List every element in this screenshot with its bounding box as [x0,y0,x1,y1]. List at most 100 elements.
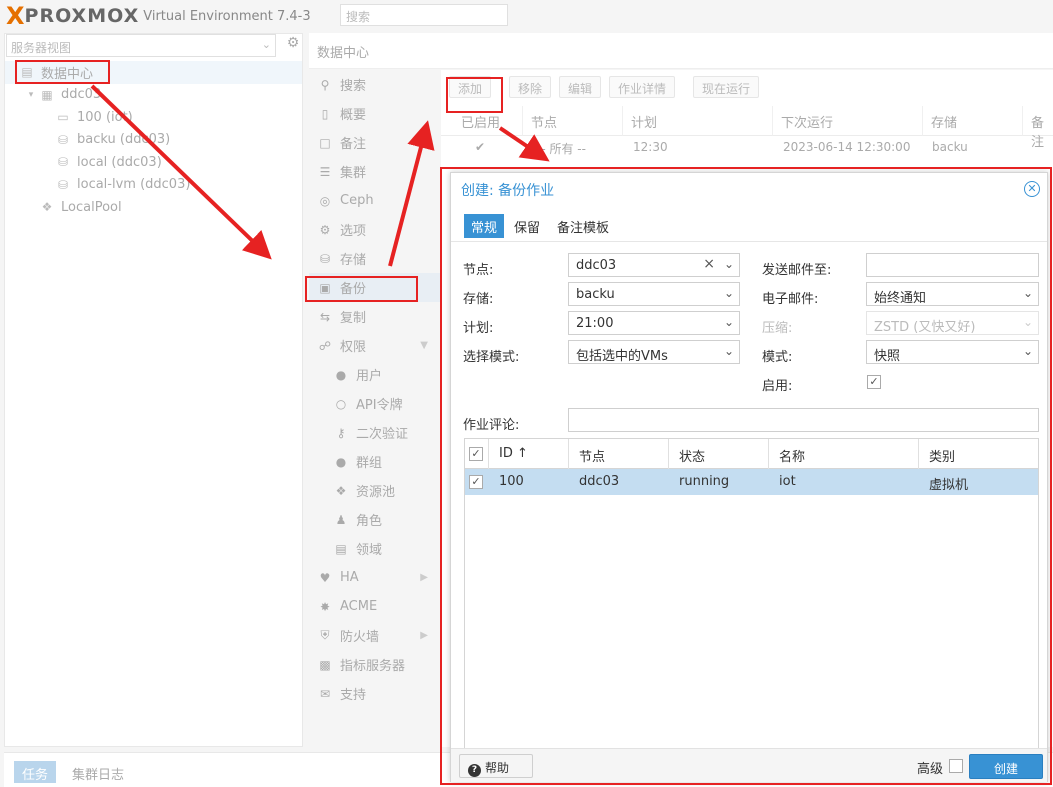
chevron-down-icon[interactable]: ⌄ [724,286,734,300]
column-header-schedule[interactable]: 计划 [623,106,773,136]
nav-item-pools[interactable]: ❖ 资源池 [309,476,440,505]
nav-item-replication[interactable]: ⇆ 复制 [309,302,440,331]
schedule-select[interactable]: 21:00 ⌄ [568,311,740,335]
chevron-down-icon[interactable]: ⌄ [724,257,734,271]
nav-item-summary[interactable]: ▯ 概要 [309,99,440,128]
nav-item-label: 资源池 [356,485,396,500]
email-notify-value: 始终通知 [874,291,927,306]
nav-item-label: 存储 [340,253,367,268]
row-checkbox[interactable]: ✓ [469,475,483,489]
nav-item-api-tokens[interactable]: ○ API令牌 [309,389,440,418]
floppy-icon: ▣ [319,280,331,295]
nav-item-label: HA [340,570,359,585]
column-header-node[interactable]: 节点 [523,106,623,136]
create-backup-job-dialog: 创建: 备份作业 ✕ 常规 保留 备注模板 节点: ddc03 × ⌄ 存储: … [450,172,1048,782]
tree-node-vm-100[interactable]: ▭ 100 (iot) [5,106,302,129]
view-selector[interactable]: 服务器视图 ⌄ [6,34,276,57]
backup-mode-select[interactable]: 快照 ⌄ [866,340,1039,364]
address-book-icon: ▤ [335,541,347,556]
nav-item-backup[interactable]: ▣ 备份 [309,273,440,302]
male-icon: ♟ [335,512,347,527]
nav-item-search[interactable]: ⚲ 搜索 [309,70,440,99]
nav-item-label: ACME [340,599,378,614]
nav-item-label: 防火墙 [340,630,380,645]
content-header: 数据中心 [309,33,1053,69]
note-icon: □ [319,135,331,150]
row-schedule: 12:30 [633,140,668,154]
row-storage: backu [932,140,968,154]
column-header-type[interactable]: 类别 [919,439,1038,469]
expander-icon: ▾ [28,89,34,100]
column-header-node[interactable]: 节点 [569,439,669,469]
tree-node-datacenter[interactable]: ▤ 数据中心 [5,61,302,84]
selection-mode-select[interactable]: 包括选中的VMs ⌄ [568,340,740,364]
chevron-down-icon[interactable]: ⌄ [1023,286,1033,300]
nav-item-storage[interactable]: ⛁ 存储 [309,244,440,273]
nav-item-label: 搜索 [340,79,367,94]
bar-chart-icon: ▩ [319,657,331,672]
job-detail-button[interactable]: 作业详情 [609,76,676,98]
nav-item-ceph[interactable]: ◎ Ceph [309,186,440,215]
storage-select[interactable]: backu ⌄ [568,282,740,306]
nav-item-firewall[interactable]: ⛨ 防火墙 ▶ [309,621,440,650]
select-all-checkbox[interactable]: ✓ [469,447,483,461]
nav-item-users[interactable]: ● 用户 [309,360,440,389]
tree-node-storage-backu[interactable]: ⛁ backu (ddc03) [5,129,302,152]
nav-item-acme[interactable]: ✸ ACME [309,592,440,621]
help-button[interactable]: ? 帮助 [459,754,533,778]
add-button[interactable]: 添加 [449,76,492,98]
run-now-button[interactable]: 现在运行 [693,76,760,98]
remove-button[interactable]: 移除 [509,76,552,98]
checkmark-icon: ✔ [475,140,486,154]
advanced-checkbox[interactable] [949,759,963,773]
nav-item-metric-server[interactable]: ▩ 指标服务器 [309,650,440,679]
nav-item-groups[interactable]: ● 群组 [309,447,440,476]
nav-item-support[interactable]: ✉ 支持 [309,679,440,708]
column-header-enabled[interactable]: 已启用 [441,106,523,136]
email-notify-select[interactable]: 始终通知 ⌄ [866,282,1039,306]
edit-button[interactable]: 编辑 [559,76,602,98]
nav-item-notes[interactable]: □ 备注 [309,128,440,157]
nav-item-label: 群组 [356,456,383,471]
book-icon: ▯ [321,106,329,121]
tree-node-ddc03[interactable]: ▾ ▦ ddc03 [5,84,302,107]
chevron-down-icon[interactable]: ⌄ [724,344,734,358]
chevron-down-icon[interactable]: ⌄ [1023,344,1033,358]
node-select[interactable]: ddc03 × ⌄ [568,253,740,277]
nav-item-ha[interactable]: ♥ HA ▶ [309,563,440,592]
tab-retention[interactable]: 保留 [507,214,547,238]
tree-node-storage-local-lvm[interactable]: ⛁ local-lvm (ddc03) [5,174,302,197]
column-header-next-run[interactable]: 下次运行 [773,106,923,136]
job-comment-input[interactable] [568,408,1039,432]
nav-item-realms[interactable]: ▤ 领域 [309,534,440,563]
gear-icon[interactable]: ⚙ [283,35,303,55]
clear-icon[interactable]: × [703,256,715,272]
enabled-checkbox[interactable]: ✓ [867,375,881,389]
nav-item-roles[interactable]: ♟ 角色 [309,505,440,534]
tab-cluster-log[interactable]: 集群日志 [64,761,132,783]
nav-item-label: 二次验证 [356,427,409,442]
table-row[interactable]: ✓ 100 ddc03 running iot 虚拟机 [465,469,1038,495]
create-button[interactable]: 创建 [969,754,1043,779]
tab-general[interactable]: 常规 [464,214,505,238]
tree-node-storage-local[interactable]: ⛁ local (ddc03) [5,151,302,174]
tab-note-template[interactable]: 备注模板 [550,214,616,238]
tab-tasks[interactable]: 任务 [14,761,57,783]
comments-icon: ✉ [319,686,331,701]
nav-item-options[interactable]: ⚙ 选项 [309,215,440,244]
close-icon[interactable]: ✕ [1024,181,1040,197]
column-header-name[interactable]: 名称 [769,439,919,469]
nav-item-cluster[interactable]: ☰ 集群 [309,157,440,186]
user-icon: ● [335,367,347,382]
nav-item-permissions[interactable]: ☍ 权限 ▼ [309,331,440,360]
column-header-comment[interactable]: 备注 [1023,106,1053,150]
column-header-id[interactable]: ID ↑ [489,439,569,469]
tree-node-localpool[interactable]: ❖ LocalPool [5,196,302,219]
nav-item-two-factor[interactable]: ⚷ 二次验证 [309,418,440,447]
chevron-down-icon[interactable]: ⌄ [724,315,734,329]
column-header-storage[interactable]: 存储 [923,106,1023,136]
search-input[interactable]: 搜索 [340,4,508,26]
users-icon: ● [335,454,347,469]
mailto-input[interactable] [866,253,1039,277]
column-header-status[interactable]: 状态 [669,439,769,469]
